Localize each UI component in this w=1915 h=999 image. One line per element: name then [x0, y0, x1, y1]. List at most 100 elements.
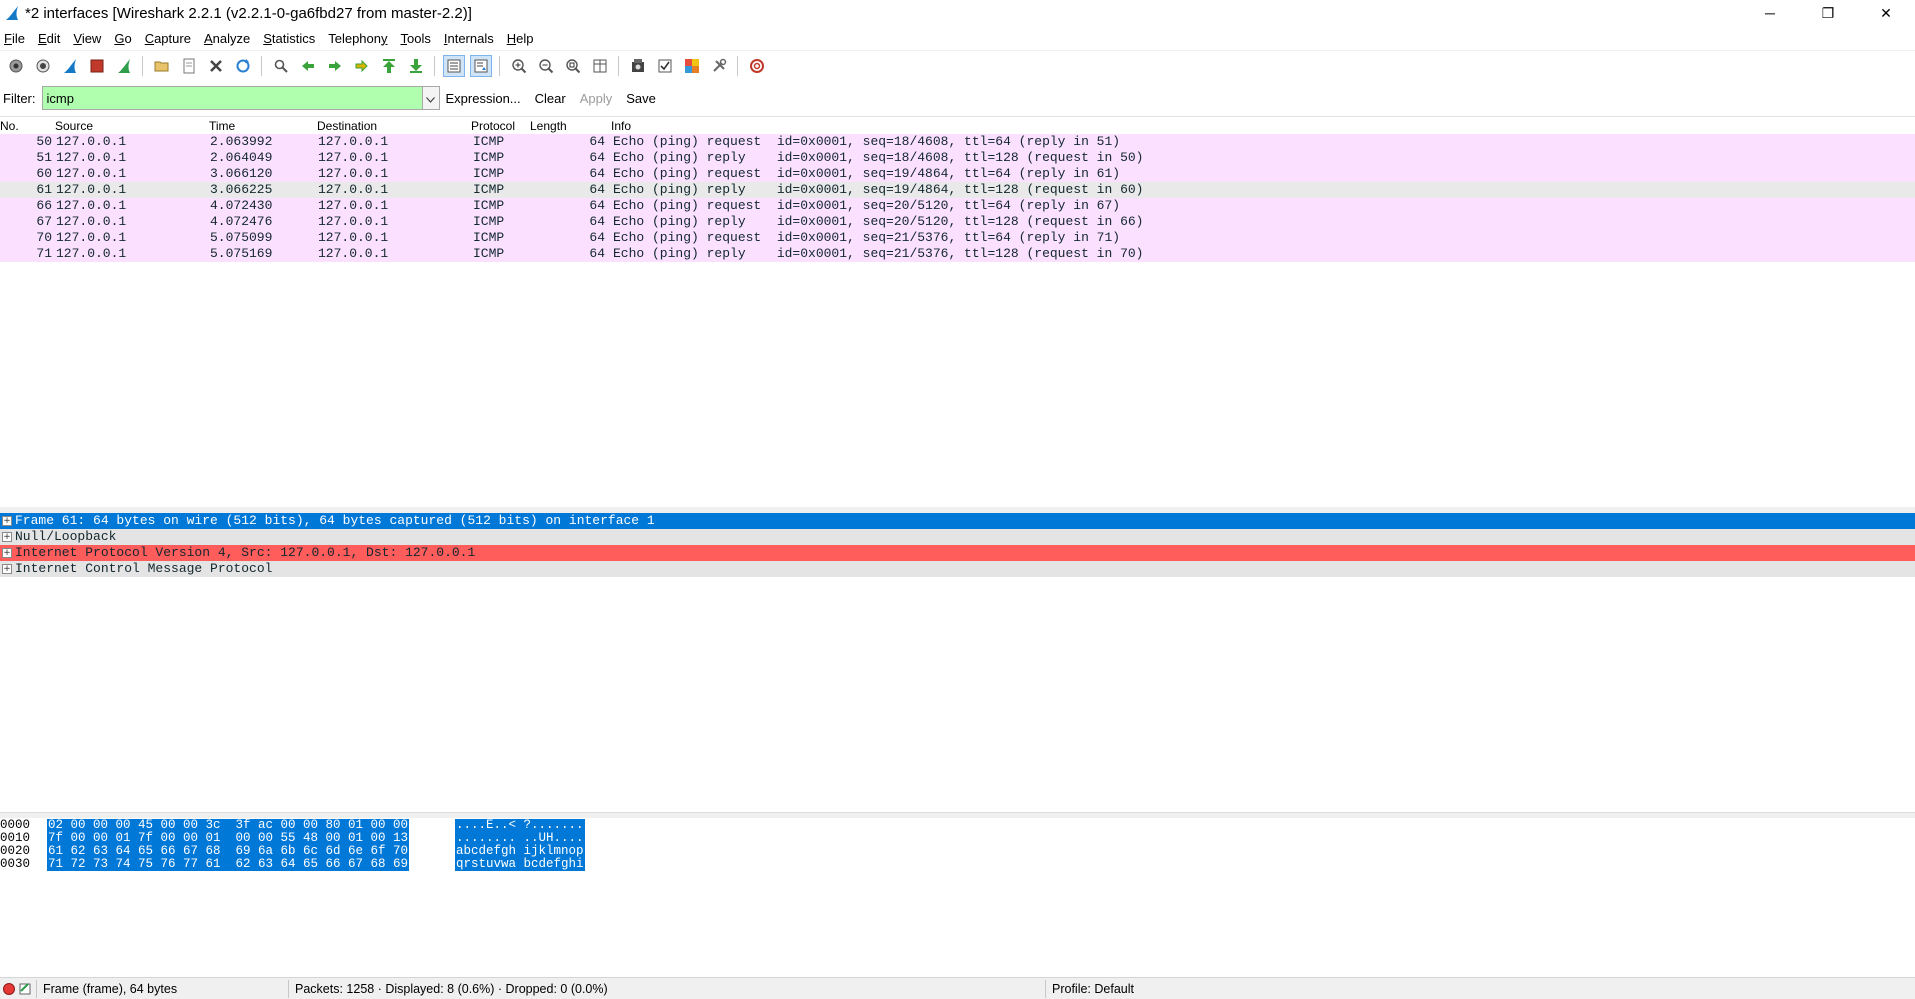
display-filter-input[interactable]: [42, 87, 421, 109]
apply-filter-button[interactable]: Apply: [580, 91, 613, 106]
menu-capture[interactable]: Capture: [145, 31, 198, 46]
bytes-ascii[interactable]: qrstuvwa bcdefghi: [455, 858, 585, 871]
go-back-icon[interactable]: [297, 55, 319, 77]
menu-telephony[interactable]: Telephony: [328, 31, 394, 46]
menu-bar: File Edit View Go Capture Analyze Statis…: [0, 26, 1915, 50]
help-icon[interactable]: [746, 55, 768, 77]
column-header-length[interactable]: Length: [530, 119, 567, 133]
column-header-source[interactable]: Source: [55, 119, 93, 133]
packet-info: Echo (ping) request id=0x0001, seq=18/46…: [613, 134, 1121, 149]
resize-columns-icon[interactable]: [589, 55, 611, 77]
clear-filter-button[interactable]: Clear: [535, 91, 566, 106]
toolbar-separator: [499, 55, 500, 76]
go-to-packet-icon[interactable]: [351, 55, 373, 77]
filter-bar: Filter: Expression... Clear Apply Save: [0, 84, 1915, 112]
menu-analyze[interactable]: Analyze: [204, 31, 257, 46]
filter-field: [41, 86, 440, 110]
column-header-info[interactable]: Info: [611, 119, 631, 133]
close-file-icon[interactable]: [205, 55, 227, 77]
packet-length: 64: [589, 182, 605, 197]
close-button[interactable]: ✕: [1857, 0, 1915, 26]
coloring-rules-icon[interactable]: [681, 55, 703, 77]
auto-scroll-icon[interactable]: [469, 54, 492, 77]
display-filters-icon[interactable]: [654, 55, 676, 77]
toolbar-separator: [142, 55, 143, 76]
packet-length: 64: [589, 230, 605, 245]
filter-dropdown-button[interactable]: [421, 87, 439, 109]
expand-icon[interactable]: +: [2, 548, 12, 558]
open-file-icon[interactable]: [151, 55, 173, 77]
bytes-offset: 0030: [0, 857, 31, 871]
menu-tools[interactable]: Tools: [401, 31, 438, 46]
packet-row[interactable]: 50 127.0.0.1 2.063992 127.0.0.1 ICMP 64 …: [0, 134, 1915, 150]
expand-icon[interactable]: +: [2, 516, 12, 526]
column-header-protocol[interactable]: Protocol: [471, 119, 515, 133]
stop-capture-icon[interactable]: [86, 55, 108, 77]
packet-row[interactable]: 60 127.0.0.1 3.066120 127.0.0.1 ICMP 64 …: [0, 166, 1915, 182]
reload-icon[interactable]: [232, 55, 254, 77]
packet-info: Echo (ping) reply id=0x0001, seq=20/5120…: [613, 214, 1144, 229]
normal-size-icon[interactable]: [562, 55, 584, 77]
packet-row[interactable]: 51 127.0.0.1 2.064049 127.0.0.1 ICMP 64 …: [0, 150, 1915, 166]
first-packet-icon[interactable]: [378, 55, 400, 77]
status-bar: Frame (frame), 64 bytes Packets: 1258 · …: [0, 977, 1915, 999]
expression-button[interactable]: Expression...: [446, 91, 521, 106]
save-file-icon[interactable]: [178, 55, 200, 77]
column-header-destination[interactable]: Destination: [317, 119, 377, 133]
details-row-ipv4[interactable]: + Internet Protocol Version 4, Src: 127.…: [0, 545, 1915, 561]
menu-view[interactable]: View: [73, 31, 108, 46]
capture-options-icon[interactable]: [32, 55, 54, 77]
bytes-row: 0030 71 72 73 74 75 76 77 61 62 63 64 65…: [0, 858, 1915, 871]
go-forward-icon[interactable]: [324, 55, 346, 77]
menu-internals[interactable]: Internals: [444, 31, 501, 46]
packet-row[interactable]: 70 127.0.0.1 5.075099 127.0.0.1 ICMP 64 …: [0, 230, 1915, 246]
interfaces-icon[interactable]: [5, 55, 27, 77]
expand-icon[interactable]: +: [2, 532, 12, 542]
packet-info: Echo (ping) reply id=0x0001, seq=21/5376…: [613, 246, 1144, 261]
filter-label: Filter:: [3, 90, 36, 106]
last-packet-icon[interactable]: [405, 55, 427, 77]
packet-row[interactable]: 71 127.0.0.1 5.075169 127.0.0.1 ICMP 64 …: [0, 246, 1915, 262]
start-capture-icon[interactable]: [59, 55, 81, 77]
status-frame-info: Frame (frame), 64 bytes: [36, 980, 177, 998]
main-toolbar: [0, 50, 1915, 80]
column-header-no[interactable]: No.: [0, 119, 19, 133]
restart-capture-icon[interactable]: [113, 55, 135, 77]
save-filter-button[interactable]: Save: [626, 91, 656, 106]
menu-help[interactable]: Help: [507, 31, 541, 46]
packet-info: Echo (ping) reply id=0x0001, seq=19/4864…: [613, 182, 1144, 197]
minimize-button[interactable]: ─: [1741, 0, 1799, 26]
menu-file[interactable]: File: [4, 31, 32, 46]
packet-row[interactable]: 66 127.0.0.1 4.072430 127.0.0.1 ICMP 64 …: [0, 198, 1915, 214]
packet-row-selected[interactable]: 61 127.0.0.1 3.066225 127.0.0.1 ICMP 64 …: [0, 182, 1915, 198]
restore-button[interactable]: ❐: [1799, 0, 1857, 26]
preferences-icon[interactable]: [708, 55, 730, 77]
details-row-null-loopback[interactable]: + Null/Loopback: [0, 529, 1915, 545]
colorize-icon[interactable]: [442, 54, 465, 77]
expand-icon[interactable]: +: [2, 564, 12, 574]
menu-statistics[interactable]: Statistics: [263, 31, 322, 46]
bytes-hex[interactable]: 71 72 73 74 75 76 77 61 62 63 64 65 66 6…: [47, 858, 410, 871]
packet-row[interactable]: 67 127.0.0.1 4.072476 127.0.0.1 ICMP 64 …: [0, 214, 1915, 230]
zoom-in-icon[interactable]: [508, 55, 530, 77]
packet-info: Echo (ping) request id=0x0001, seq=21/53…: [613, 230, 1121, 245]
menu-go[interactable]: Go: [114, 31, 138, 46]
packet-length: 64: [589, 150, 605, 165]
details-row-frame[interactable]: + Frame 61: 64 bytes on wire (512 bits),…: [0, 513, 1915, 529]
find-packet-icon[interactable]: [270, 55, 292, 77]
window-controls: ─ ❐ ✕: [1741, 0, 1915, 26]
packet-info: Echo (ping) reply id=0x0001, seq=18/4608…: [613, 150, 1144, 165]
details-row-text: Null/Loopback: [15, 529, 117, 544]
window-title: *2 interfaces [Wireshark 2.2.1 (v2.2.1-0…: [25, 4, 472, 22]
zoom-out-icon[interactable]: [535, 55, 557, 77]
capture-filters-icon[interactable]: [627, 55, 649, 77]
menu-edit[interactable]: Edit: [38, 31, 67, 46]
packet-info: Echo (ping) request id=0x0001, seq=19/48…: [613, 166, 1121, 181]
expert-info-icon[interactable]: [2, 982, 16, 996]
column-header-time[interactable]: Time: [209, 119, 235, 133]
title-bar: *2 interfaces [Wireshark 2.2.1 (v2.2.1-0…: [0, 0, 1915, 26]
toolbar-separator: [737, 55, 738, 76]
capture-comment-icon[interactable]: [18, 982, 32, 996]
status-profile[interactable]: Profile: Default: [1045, 980, 1134, 998]
details-row-icmp[interactable]: + Internet Control Message Protocol: [0, 561, 1915, 577]
